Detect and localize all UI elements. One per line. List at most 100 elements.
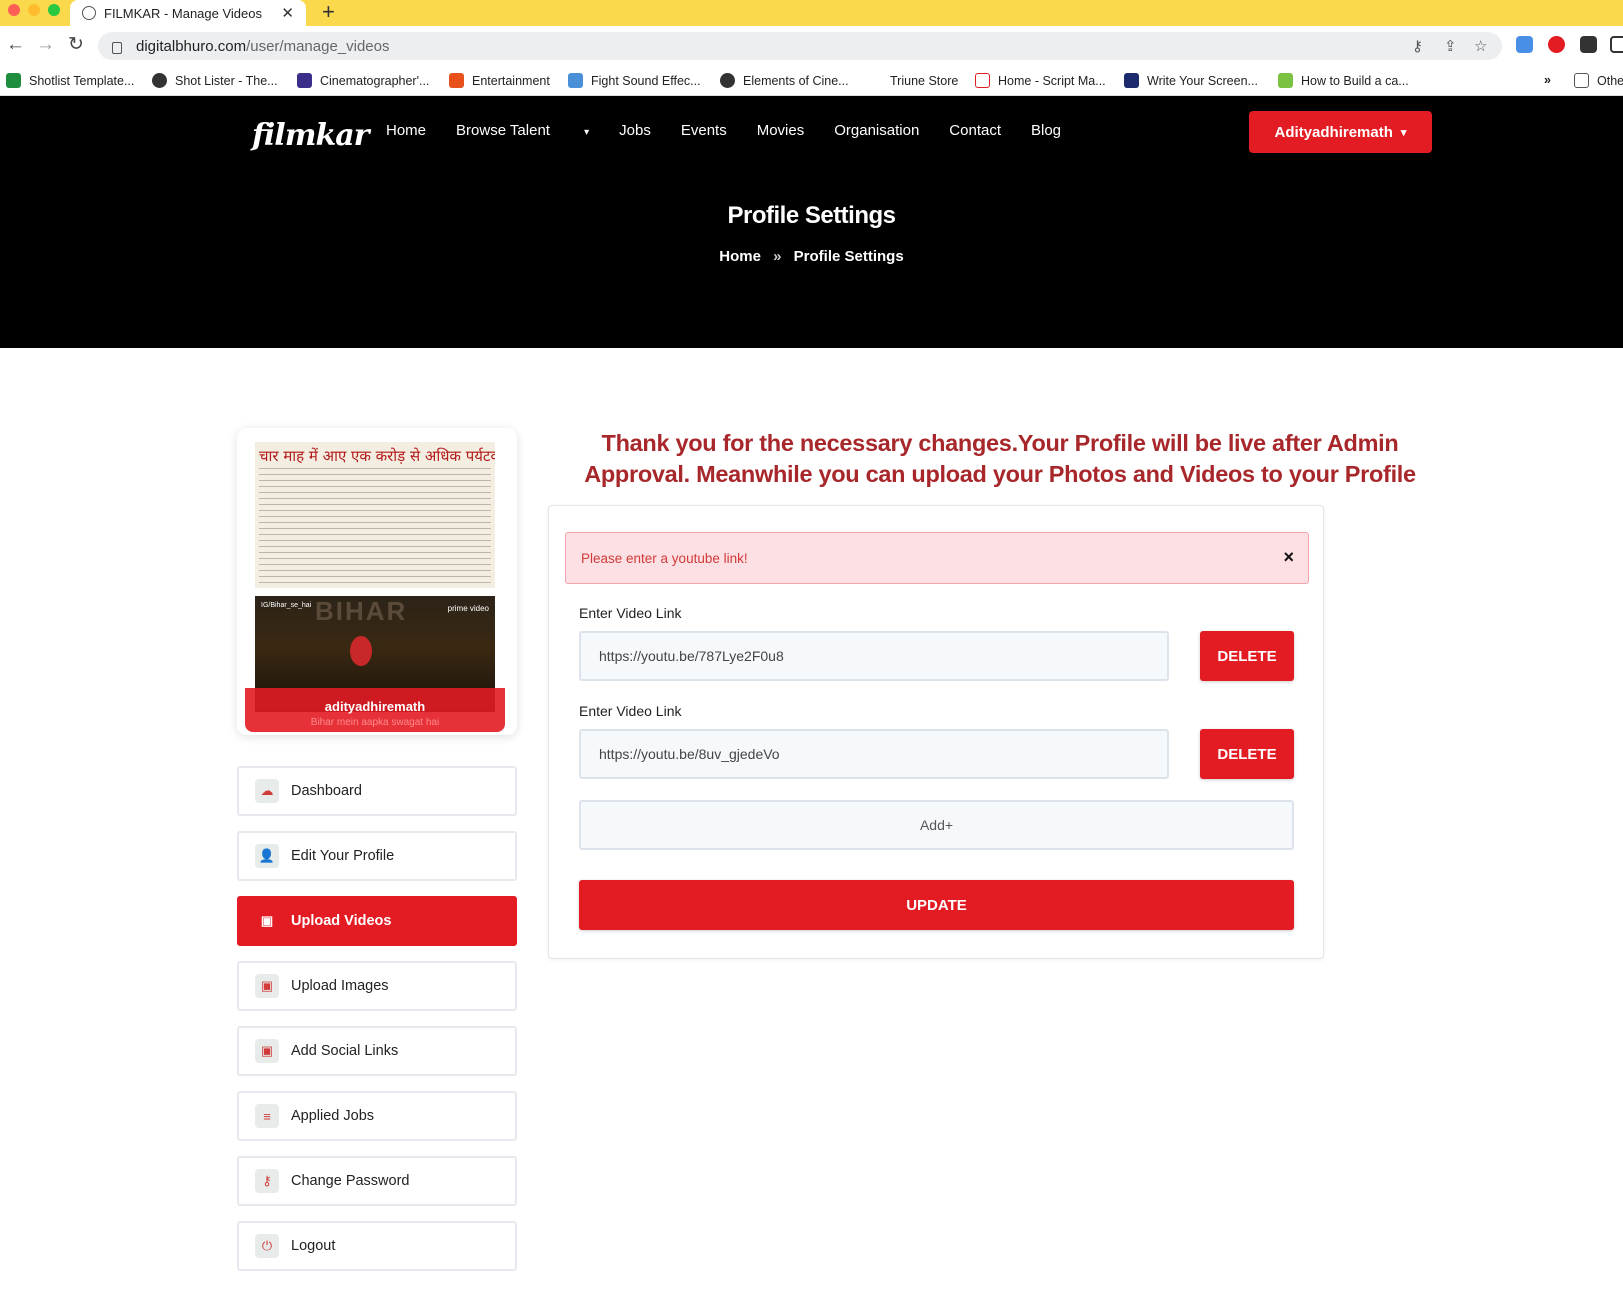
extension-abp-icon[interactable] — [1548, 36, 1565, 53]
url-host: digitalbhuro.com — [136, 37, 247, 55]
maximize-window-dot[interactable] — [48, 4, 60, 16]
breadcrumb-home[interactable]: Home — [719, 248, 761, 265]
delete-video-button[interactable]: DELETE — [1200, 729, 1294, 779]
sidebar-item-label: Applied Jobs — [291, 1108, 375, 1124]
bookmarks-bar: Shotlist Template... Shot Lister - The..… — [0, 66, 1623, 96]
sidepanel-icon[interactable] — [1610, 36, 1623, 53]
back-icon[interactable]: ← — [6, 34, 25, 56]
list-icon: ≡ — [255, 1104, 279, 1128]
new-tab-icon[interactable]: + — [322, 0, 335, 26]
video-link-input[interactable] — [579, 729, 1169, 779]
news-headline: चार माह में आए एक करोड़ से अधिक पर्यटक — [259, 447, 495, 465]
bookmark-item[interactable]: Elements of Cine... — [720, 73, 849, 88]
sidebar-item-label: Dashboard — [291, 783, 362, 799]
nav-jobs[interactable]: Jobs — [619, 122, 651, 139]
breadcrumb-separator-icon: » — [773, 248, 782, 265]
delete-video-button[interactable]: DELETE — [1200, 631, 1294, 681]
filmkar-logo[interactable]: filmkar — [252, 118, 369, 153]
sidebar-item-upload-videos[interactable]: ▣ Upload Videos — [237, 896, 517, 946]
nav-contact[interactable]: Contact — [949, 122, 1001, 139]
bookmark-label: Cinematographer'... — [320, 73, 430, 88]
url-path: /user/manage_videos — [246, 37, 390, 55]
bookmark-label: Elements of Cine... — [743, 73, 849, 88]
nav-movies[interactable]: Movies — [757, 122, 805, 139]
extension-drive-icon[interactable] — [1516, 36, 1533, 53]
bookmark-label: Entertainment — [472, 73, 550, 88]
browser-tab[interactable]: FILMKAR - Manage Videos ✕ — [70, 0, 306, 26]
bookmark-item[interactable]: Shot Lister - The... — [152, 73, 278, 88]
sidebar-item-change-password[interactable]: ⚷ Change Password — [237, 1156, 517, 1206]
site-icon — [568, 73, 583, 88]
bookmark-label: Write Your Screen... — [1147, 73, 1258, 88]
video-link-input[interactable] — [579, 631, 1169, 681]
sidebar-item-dashboard[interactable]: ☁ Dashboard — [237, 766, 517, 816]
nav-organisation[interactable]: Organisation — [834, 122, 919, 139]
share-icon[interactable]: ⇪ — [1444, 37, 1457, 55]
bookmark-label: Shotlist Template... — [29, 73, 135, 88]
update-button[interactable]: UPDATE — [579, 880, 1294, 930]
extensions-puzzle-icon[interactable] — [1580, 36, 1597, 53]
site-icon — [1124, 73, 1139, 88]
bookmark-item[interactable]: Triune Store — [867, 73, 958, 88]
close-window-dot[interactable] — [8, 4, 20, 16]
bookmark-item[interactable]: Entertainment — [449, 73, 550, 88]
close-icon[interactable]: × — [1283, 547, 1294, 568]
close-tab-icon[interactable]: ✕ — [281, 4, 294, 22]
sidebar-item-edit-profile[interactable]: 👤 Edit Your Profile — [237, 831, 517, 881]
key-icon[interactable]: ⚷ — [1412, 37, 1423, 55]
bookmark-item[interactable]: Fight Sound Effec... — [568, 73, 701, 88]
globe-icon — [82, 6, 96, 20]
bookmark-label: Othe — [1597, 73, 1623, 88]
sidebar-item-applied-jobs[interactable]: ≡ Applied Jobs — [237, 1091, 517, 1141]
sidebar-item-label: Upload Images — [291, 978, 389, 994]
video-icon: ▣ — [260, 913, 274, 928]
sidebar-item-logout[interactable]: ⏻ Logout — [237, 1221, 517, 1271]
add-video-button[interactable]: Add+ — [579, 800, 1294, 850]
folder-icon — [1574, 73, 1589, 88]
nav-home[interactable]: Home — [386, 122, 426, 139]
key-icon: ⚷ — [255, 1169, 279, 1193]
profile-name-strip: adityadhiremath Bihar mein aapka swagat … — [245, 688, 505, 732]
globe-icon — [152, 73, 167, 88]
sidebar-item-label: Change Password — [291, 1173, 410, 1189]
browser-tab-bar: FILMKAR - Manage Videos ✕ + — [0, 0, 1623, 26]
page-title: Profile Settings — [727, 202, 896, 229]
globe-icon — [720, 73, 735, 88]
power-icon: ⏻ — [255, 1234, 279, 1258]
sidebar-item-social-links[interactable]: ▣ Add Social Links — [237, 1026, 517, 1076]
other-bookmarks[interactable]: Othe — [1574, 73, 1623, 88]
nav-blog[interactable]: Blog — [1031, 122, 1061, 139]
image-icon: ▣ — [255, 974, 279, 998]
user-icon: 👤 — [255, 844, 279, 868]
bookmark-item[interactable]: Home - Script Ma... — [975, 73, 1106, 88]
minimize-window-dot[interactable] — [28, 4, 40, 16]
reload-icon[interactable]: ↻ — [68, 34, 84, 56]
link-icon: ▣ — [255, 1039, 279, 1063]
forward-icon[interactable]: → — [36, 34, 55, 56]
nav-browse-talent[interactable]: Browse Talent ▾ — [456, 122, 589, 139]
bookmark-label: Home - Script Ma... — [998, 73, 1106, 88]
profile-card: चार माह में आए एक करोड़ से अधिक पर्यटक B… — [237, 428, 517, 735]
spreadsheet-icon — [6, 73, 21, 88]
star-icon[interactable]: ☆ — [1474, 37, 1487, 55]
alert-message: Please enter a youtube link! — [581, 550, 748, 566]
sidebar-item-upload-images[interactable]: ▣ Upload Images — [237, 961, 517, 1011]
sidebar-item-label: Upload Videos — [291, 913, 392, 929]
user-menu-button[interactable]: Adityadhiremath ▾ — [1249, 111, 1432, 153]
bookmark-label: Fight Sound Effec... — [591, 73, 701, 88]
nav-events[interactable]: Events — [681, 122, 727, 139]
address-bar[interactable]: digitalbhuro.com/user/manage_videos ⚷ ⇪ … — [98, 32, 1502, 60]
profile-caption: Bihar mein aapka swagat hai — [310, 717, 440, 728]
site-header: filmkar Home Browse Talent ▾ Jobs Events… — [0, 96, 1623, 348]
site-icon — [867, 73, 882, 88]
bookmark-item[interactable]: Shotlist Template... — [6, 73, 134, 88]
main-nav: Home Browse Talent ▾ Jobs Events Movies … — [386, 122, 1091, 139]
bookmark-item[interactable]: Write Your Screen... — [1124, 73, 1258, 88]
browser-toolbar: ← → ↻ digitalbhuro.com/user/manage_video… — [0, 26, 1623, 66]
bookmark-item[interactable]: How to Build a ca... — [1278, 73, 1409, 88]
bookmark-item[interactable]: Cinematographer'... — [297, 73, 429, 88]
manage-videos-form: Please enter a youtube link! × Enter Vid… — [548, 505, 1324, 959]
bookmarks-overflow-icon[interactable]: » — [1544, 73, 1551, 87]
lock-icon — [112, 42, 122, 54]
dashboard-icon: ☁ — [255, 779, 279, 803]
